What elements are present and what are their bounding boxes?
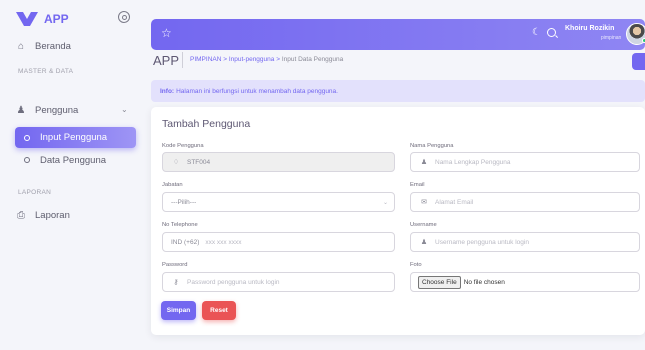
key-icon: ⚷ xyxy=(173,279,179,286)
user-icon: ♟ xyxy=(420,159,428,166)
brand[interactable]: APP xyxy=(16,12,69,26)
kode-label: Kode Pengguna xyxy=(162,143,204,149)
sidebar-subitem-label: Input Pengguna xyxy=(40,132,108,143)
foto-file-input[interactable]: Choose File No file chosen xyxy=(410,272,640,292)
telp-placeholder: xxx xxx xxxx xyxy=(205,238,242,246)
card-title: Tambah Pengguna xyxy=(162,118,251,130)
password-placeholder: Password pengguna untuk login xyxy=(187,278,280,286)
telp-label: No Telephone xyxy=(162,222,198,228)
breadcrumb: PIMPINAN > Input-pengguna > Input Data P… xyxy=(190,56,343,63)
section-label-master: MASTER & DATA xyxy=(18,68,74,75)
brand-logo-icon xyxy=(16,12,38,26)
moon-icon[interactable]: ☾ xyxy=(532,27,541,38)
sidebar-item-laporan[interactable]: ⎙ Laporan xyxy=(14,205,70,225)
save-button[interactable]: Simpan xyxy=(161,301,196,320)
telephone-input[interactable]: IND (+62) xxx xxx xxxx xyxy=(162,232,395,252)
chevron-down-icon: ⌄ xyxy=(382,200,388,206)
sidebar: APP ⌂ Beranda MASTER & DATA ♟ Pengguna ⌄… xyxy=(0,0,143,350)
nama-pengguna-input[interactable]: ♟ Nama Lengkap Pengguna xyxy=(410,152,640,172)
nama-placeholder: Nama Lengkap Pengguna xyxy=(435,158,511,166)
jabatan-value: ---Pilih--- xyxy=(171,198,197,206)
top-navbar: ☆ ☾ Khoiru Rozikin pimpinan xyxy=(151,19,645,50)
kode-pengguna-field: ♢ STF004 xyxy=(162,152,395,172)
home-icon: ⌂ xyxy=(17,40,25,52)
info-text: Halaman ini berfungsi untuk menambah dat… xyxy=(176,87,338,95)
sidebar-item-label: Pengguna xyxy=(35,104,79,116)
user-name[interactable]: Khoiru Rozikin xyxy=(565,25,614,32)
sidebar-toggle-icon[interactable] xyxy=(118,11,130,23)
circle-icon xyxy=(24,134,30,141)
username-placeholder: Username pengguna untuk login xyxy=(435,238,529,246)
sidebar-item-label: Beranda xyxy=(35,40,71,52)
username-label: Username xyxy=(410,222,437,228)
brand-name: APP xyxy=(44,12,69,26)
search-icon[interactable] xyxy=(547,28,556,37)
info-alert: Info: Halaman ini berfungsi untuk menamb… xyxy=(151,80,645,102)
sidebar-subitem-input-pengguna[interactable]: Input Pengguna xyxy=(15,127,136,148)
email-label: Email xyxy=(410,182,425,188)
section-label-laporan: LAPORAN xyxy=(18,189,52,196)
sidebar-item-pengguna[interactable]: ♟ Pengguna xyxy=(14,100,79,120)
email-input[interactable]: ✉ Alamat Email xyxy=(410,192,640,212)
jabatan-select[interactable]: ---Pilih--- ⌄ xyxy=(162,192,395,212)
password-label: Password xyxy=(162,262,188,268)
circle-icon xyxy=(24,157,30,163)
reset-button[interactable]: Reset xyxy=(202,301,236,320)
email-placeholder: Alamat Email xyxy=(435,198,474,206)
nama-label: Nama Pengguna xyxy=(410,143,454,149)
chevron-down-icon[interactable]: ⌄ xyxy=(121,105,128,114)
file-status: No file chosen xyxy=(463,278,505,286)
star-icon[interactable]: ☆ xyxy=(161,26,172,40)
breadcrumb-divider xyxy=(182,52,183,68)
foto-label: Foto xyxy=(410,262,422,268)
username-input[interactable]: ♟ Username pengguna untuk login xyxy=(410,232,640,252)
mail-icon: ✉ xyxy=(421,199,427,206)
grid-menu-button[interactable] xyxy=(632,53,645,70)
form-card: Tambah Pengguna Kode Pengguna ♢ STF004 N… xyxy=(151,107,645,335)
phone-prefix: IND (+62) xyxy=(171,238,200,246)
users-icon: ♟ xyxy=(16,104,26,116)
sidebar-item-label: Laporan xyxy=(35,209,70,221)
jabatan-label: Jabatan xyxy=(162,182,183,188)
user-role: pimpinan xyxy=(601,35,622,41)
info-label: Info: xyxy=(160,87,175,95)
page-title: APP xyxy=(153,53,180,68)
kode-value: STF004 xyxy=(187,158,211,166)
sidebar-subitem-data-pengguna[interactable]: Data Pengguna xyxy=(24,151,106,169)
choose-file-button[interactable]: Choose File xyxy=(418,275,461,289)
breadcrumb-item[interactable]: Input-pengguna xyxy=(229,56,275,63)
breadcrumb-current: Input Data Pengguna xyxy=(281,56,344,63)
password-input[interactable]: ⚷ Password pengguna untuk login xyxy=(162,272,395,292)
sidebar-subitem-label: Data Pengguna xyxy=(40,154,107,166)
printer-icon: ⎙ xyxy=(17,209,25,221)
user-check-icon: ♟ xyxy=(420,239,428,246)
tag-icon: ♢ xyxy=(172,159,180,166)
breadcrumb-item[interactable]: PIMPINAN xyxy=(190,56,221,63)
sidebar-item-beranda[interactable]: ⌂ Beranda xyxy=(14,36,71,56)
